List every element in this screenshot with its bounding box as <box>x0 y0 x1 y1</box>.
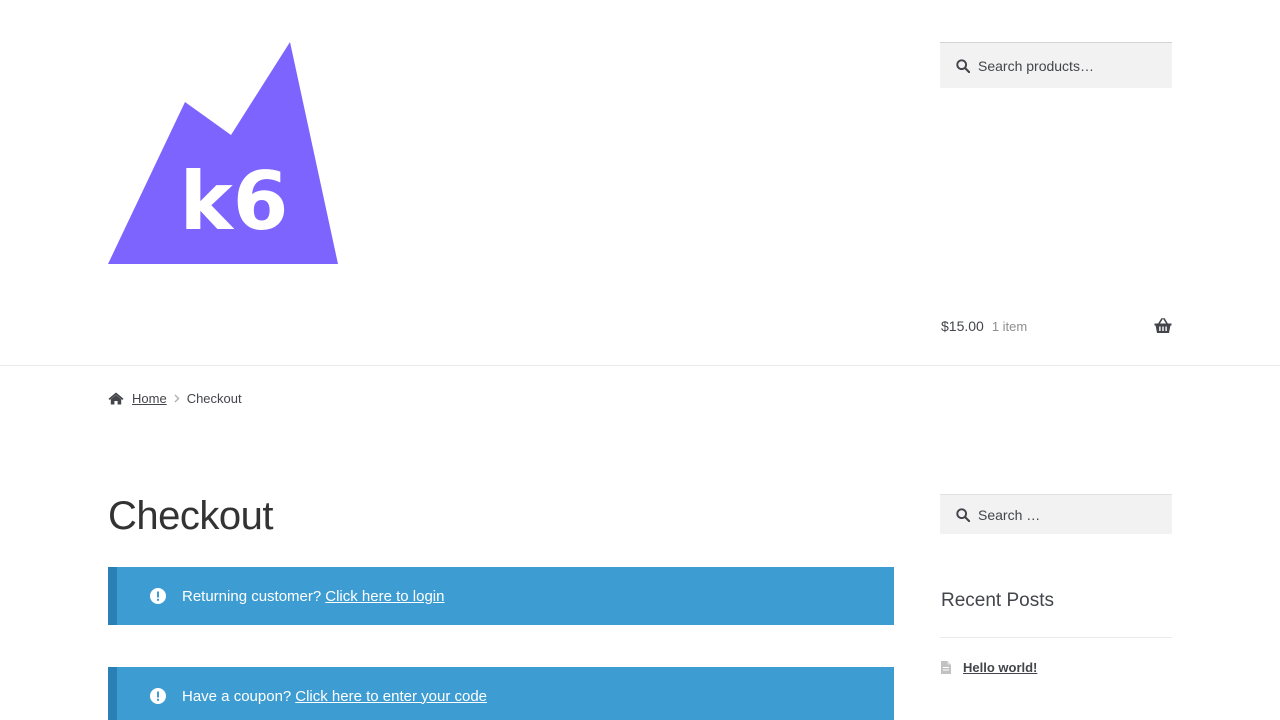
cart-count: 1 item <box>991 318 1028 334</box>
basket-icon[interactable] <box>1154 318 1172 334</box>
coupon-notice-text: Have a coupon? <box>182 687 292 705</box>
logo-text: k6 <box>180 155 289 248</box>
coupon-notice: Have a coupon? Click here to enter your … <box>108 667 894 720</box>
chevron-right-icon <box>174 394 180 403</box>
widget-divider <box>940 637 1172 638</box>
breadcrumb: Home Checkout <box>108 391 242 406</box>
home-icon <box>108 392 124 405</box>
login-link[interactable]: Click here to login <box>325 588 444 605</box>
breadcrumb-home-link[interactable]: Home <box>132 391 167 406</box>
post-link[interactable]: Hello world! <box>963 660 1037 675</box>
search-icon <box>956 507 970 522</box>
header-cart[interactable]: $15.00 1 item <box>941 316 1172 336</box>
login-notice: Returning customer? Click here to login <box>108 567 894 625</box>
info-icon <box>150 588 166 604</box>
recent-posts-title: Recent Posts <box>941 590 1054 611</box>
search-icon <box>956 58 970 73</box>
product-search-input[interactable] <box>978 57 1148 74</box>
coupon-link[interactable]: Click here to enter your code <box>295 688 487 705</box>
cart-amount: $15.00 <box>941 318 984 334</box>
document-icon <box>941 661 951 674</box>
site-logo[interactable]: k6 <box>108 42 338 265</box>
header-divider <box>0 365 1280 366</box>
product-search <box>940 42 1172 88</box>
info-icon <box>150 688 166 704</box>
list-item: Hello world! <box>941 660 1037 675</box>
sidebar-search <box>940 494 1172 534</box>
breadcrumb-current: Checkout <box>186 391 242 406</box>
sidebar-search-input[interactable] <box>978 506 1148 523</box>
page-title: Checkout <box>108 494 273 538</box>
login-notice-text: Returning customer? <box>182 587 322 605</box>
